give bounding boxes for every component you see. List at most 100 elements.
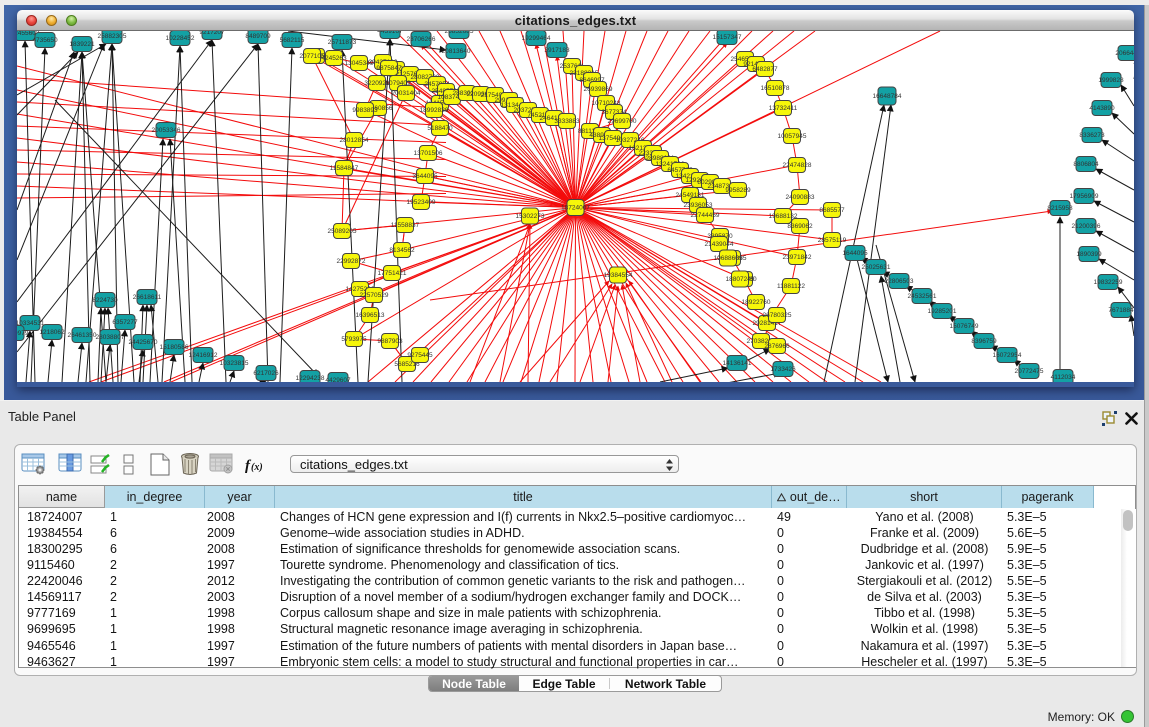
svg-text:2077105: 2077105 [299, 53, 325, 60]
svg-text:22570529: 22570529 [360, 292, 389, 299]
svg-text:26461350: 26461350 [68, 332, 97, 339]
svg-text:6482877: 6482877 [752, 66, 778, 73]
svg-text:9887903: 9887903 [377, 338, 403, 345]
svg-text:20031404: 20031404 [392, 90, 421, 97]
svg-text:10688609: 10688609 [714, 255, 743, 262]
svg-text:25089205: 25089205 [328, 228, 357, 235]
svg-text:17956909: 17956909 [1070, 193, 1099, 200]
svg-text:19285201: 19285201 [928, 308, 957, 315]
svg-text:13732411: 13732411 [769, 105, 798, 112]
svg-text:3644095: 3644095 [412, 173, 438, 180]
svg-text:18992829: 18992829 [420, 107, 449, 114]
svg-text:19523409: 19523409 [407, 199, 436, 206]
svg-text:20772475: 20772475 [1015, 368, 1044, 375]
svg-text:8685577: 8685577 [819, 207, 845, 214]
svg-text:25882305: 25882305 [98, 33, 127, 40]
svg-text:1839221: 1839221 [69, 41, 95, 48]
svg-text:9983893: 9983893 [352, 107, 378, 114]
svg-text:2066449: 2066449 [1115, 50, 1134, 57]
svg-text:28012854: 28012854 [340, 137, 369, 144]
svg-text:10057945: 10057945 [778, 133, 807, 140]
svg-text:22806503: 22806503 [885, 278, 914, 285]
svg-text:1999828: 1999828 [1098, 77, 1124, 84]
svg-text:16648784: 16648784 [873, 93, 902, 100]
svg-text:9958289: 9958289 [725, 187, 751, 194]
svg-text:1733426: 1733426 [770, 366, 796, 373]
svg-text:14136141: 14136141 [723, 360, 752, 367]
svg-text:5682115: 5682115 [280, 37, 305, 44]
svg-text:1890399: 1890399 [1076, 251, 1102, 258]
svg-text:28038807: 28038807 [96, 334, 125, 341]
svg-text:8215958: 8215958 [1047, 205, 1073, 212]
svg-text:17751421: 17751421 [378, 270, 407, 277]
svg-text:8396759: 8396759 [971, 338, 997, 345]
svg-text:21439044: 21439044 [705, 241, 734, 248]
svg-text:19384554: 19384554 [604, 272, 633, 279]
svg-text:15076749: 15076749 [950, 323, 979, 330]
svg-text:22744459: 22744459 [691, 212, 720, 219]
svg-text:6357277: 6357277 [112, 319, 138, 326]
svg-text:19299464: 19299464 [522, 35, 551, 42]
svg-text:10323815: 10323815 [220, 360, 249, 367]
svg-text:26780325: 26780325 [763, 312, 792, 319]
svg-text:15180586: 15180586 [160, 344, 189, 351]
svg-text:4143890: 4143890 [1089, 105, 1115, 112]
svg-text:18922760: 18922760 [742, 299, 771, 306]
svg-text:8134562: 8134562 [389, 247, 415, 254]
svg-text:25025631: 25025631 [862, 264, 891, 271]
svg-text:4112034: 4112034 [1051, 374, 1076, 381]
svg-text:12294238: 12294238 [296, 375, 325, 382]
svg-text:12416912: 12416912 [189, 352, 218, 359]
svg-text:15302273: 15302273 [516, 213, 545, 220]
svg-text:8224730: 8224730 [92, 297, 118, 304]
svg-text:28575119: 28575119 [818, 237, 847, 244]
svg-text:2876966: 2876966 [764, 343, 790, 350]
svg-text:11558837: 11558837 [391, 222, 420, 229]
svg-text:8336273: 8336273 [1079, 132, 1105, 139]
svg-text:3333883: 3333883 [554, 118, 580, 125]
svg-text:5188470: 5188470 [427, 125, 453, 132]
svg-text:9217207: 9217207 [199, 31, 225, 36]
svg-text:18724007: 18724007 [561, 205, 590, 212]
svg-text:4439167: 4439167 [377, 31, 403, 35]
svg-text:20813640: 20813640 [442, 48, 471, 55]
svg-text:13701506: 13701506 [414, 150, 443, 157]
svg-text:25711873: 25711873 [328, 39, 357, 46]
svg-text:28159979: 28159979 [17, 330, 29, 337]
svg-text:23706266: 23706266 [407, 36, 436, 43]
svg-text:26618611: 26618611 [133, 294, 162, 301]
svg-text:24532561: 24532561 [908, 293, 937, 300]
svg-text:4429607: 4429607 [325, 377, 351, 382]
svg-text:1218062: 1218062 [39, 329, 65, 336]
svg-text:22474828: 22474828 [783, 162, 812, 169]
svg-text:16072954: 16072954 [993, 352, 1022, 359]
svg-text:16510878: 16510878 [761, 85, 790, 92]
svg-text:9275445: 9275445 [407, 352, 433, 359]
svg-text:8806804: 8806804 [1073, 161, 1099, 168]
svg-text:25852685: 25852685 [445, 31, 474, 35]
svg-text:29699700: 29699700 [608, 118, 637, 125]
svg-text:8489709: 8489709 [245, 33, 271, 40]
svg-text:11881122: 11881122 [777, 283, 805, 290]
svg-text:3917183: 3917183 [544, 47, 570, 54]
svg-text:7671884: 7671884 [1108, 307, 1134, 314]
svg-text:8369062: 8369062 [787, 223, 813, 230]
svg-text:22992872: 22992872 [337, 258, 366, 265]
svg-text:9875847: 9875847 [376, 65, 402, 72]
svg-text:1644095: 1644095 [842, 250, 868, 257]
svg-text:6217026: 6217026 [253, 370, 279, 377]
svg-text:26939869: 26939869 [584, 86, 613, 93]
svg-text:(x): (x) [251, 462, 263, 473]
svg-text:4735650: 4735650 [32, 37, 58, 44]
svg-text:20053346: 20053346 [152, 127, 181, 134]
svg-text:10228452: 10228452 [166, 35, 195, 42]
svg-text:18807249: 18807249 [726, 276, 755, 283]
svg-text:21200396: 21200396 [1072, 223, 1101, 230]
svg-text:24425670: 24425670 [129, 339, 158, 346]
svg-text:23971842: 23971842 [783, 254, 812, 261]
svg-text:19832259: 19832259 [1094, 279, 1123, 286]
svg-text:5793975: 5793975 [341, 336, 367, 343]
svg-text:11584847: 11584847 [330, 165, 359, 172]
svg-text:16396513: 16396513 [356, 312, 385, 319]
svg-text:4245263: 4245263 [321, 55, 347, 62]
